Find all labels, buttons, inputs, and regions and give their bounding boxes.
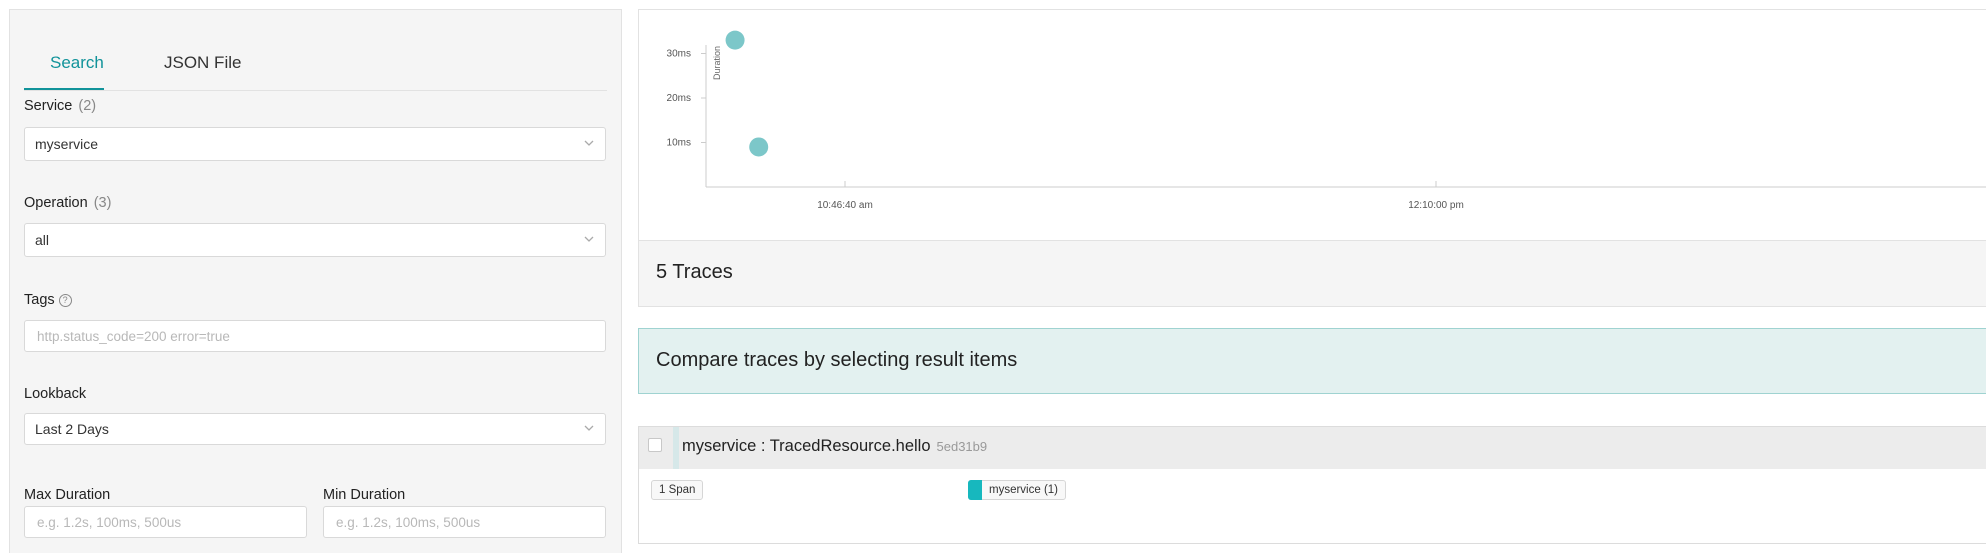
max-duration-input[interactable]	[25, 507, 306, 537]
trace-select-checkbox[interactable]	[648, 438, 662, 452]
trace-scatter-plot: Duration 10ms 20ms 30ms 10:46:40 am 12:10:0…	[638, 9, 1986, 241]
search-panel: Search JSON File Service (2) myservice O…	[9, 9, 622, 553]
search-tabs: Search JSON File	[24, 35, 607, 91]
operation-label-text: Operation	[24, 195, 88, 211]
compare-banner: Compare traces by selecting result items	[638, 328, 1986, 394]
chevron-down-icon	[584, 236, 594, 242]
lookback-select[interactable]: Last 2 Days	[24, 413, 606, 445]
max-duration-label: Max Duration	[24, 487, 111, 503]
span-count-badge: 1 Span	[651, 480, 704, 500]
traces-header: 5 Traces	[638, 241, 1986, 307]
lookback-select-value: Last 2 Days	[35, 421, 109, 437]
service-count: (2)	[78, 98, 97, 114]
operation-select[interactable]: all	[24, 223, 606, 257]
min-duration-input-wrapper	[323, 506, 606, 538]
operation-select-value: all	[35, 232, 50, 248]
operation-label: Operation (3)	[24, 195, 111, 211]
x-tick-label: 12:10:00 pm	[1408, 200, 1464, 211]
trace-title[interactable]: myservice : TracedResource.hello 5ed31b9	[682, 437, 987, 456]
y-tick-label: 10ms	[667, 138, 691, 149]
question-circle-icon[interactable]: ?	[58, 294, 72, 307]
y-tick-label: 20ms	[667, 93, 691, 104]
trace-point[interactable]	[725, 30, 745, 50]
y-axis-label: Duration	[712, 46, 722, 80]
scatter-plot-svg: Duration 10ms 20ms 30ms 10:46:40 am 12:10:0…	[667, 30, 1986, 211]
operation-count: (3)	[93, 195, 112, 211]
lookback-label: Lookback	[24, 386, 87, 402]
min-duration-input[interactable]	[324, 507, 605, 537]
chevron-down-icon	[584, 140, 594, 146]
service-color-swatch	[968, 480, 982, 500]
service-tag: myservice (1)	[968, 480, 1067, 500]
traces-count-title: 5 Traces	[656, 261, 733, 283]
tags-label-text: Tags	[24, 292, 55, 308]
max-duration-input-wrapper	[24, 506, 307, 538]
trace-id: 5ed31b9	[936, 439, 988, 454]
trace-duration-bar	[673, 427, 679, 469]
tags-label: Tags?	[24, 292, 72, 308]
tab-json-file[interactable]: JSON File	[164, 53, 241, 73]
tags-input[interactable]	[25, 321, 605, 351]
trace-point[interactable]	[749, 137, 769, 157]
active-tab-indicator	[24, 88, 104, 90]
tags-input-wrapper	[24, 320, 606, 352]
service-select[interactable]: myservice	[24, 127, 606, 161]
x-tick-label: 10:46:40 am	[817, 200, 873, 211]
service-tag-label: myservice (1)	[989, 484, 1059, 496]
min-duration-label: Min Duration	[323, 487, 406, 503]
service-label: Service (2)	[24, 98, 96, 114]
service-label-text: Service	[24, 98, 73, 114]
trace-title-text: myservice : TracedResource.hello	[682, 437, 931, 455]
y-tick-label: 30ms	[667, 49, 691, 60]
tab-search[interactable]: Search	[50, 53, 104, 73]
service-select-value: myservice	[35, 136, 99, 152]
compare-message: Compare traces by selecting result items	[656, 349, 1018, 371]
chevron-down-icon	[584, 425, 594, 431]
trace-result-item[interactable]: myservice : TracedResource.hello 5ed31b9 …	[638, 426, 1986, 544]
trace-header[interactable]: myservice : TracedResource.hello 5ed31b9	[639, 427, 1986, 469]
